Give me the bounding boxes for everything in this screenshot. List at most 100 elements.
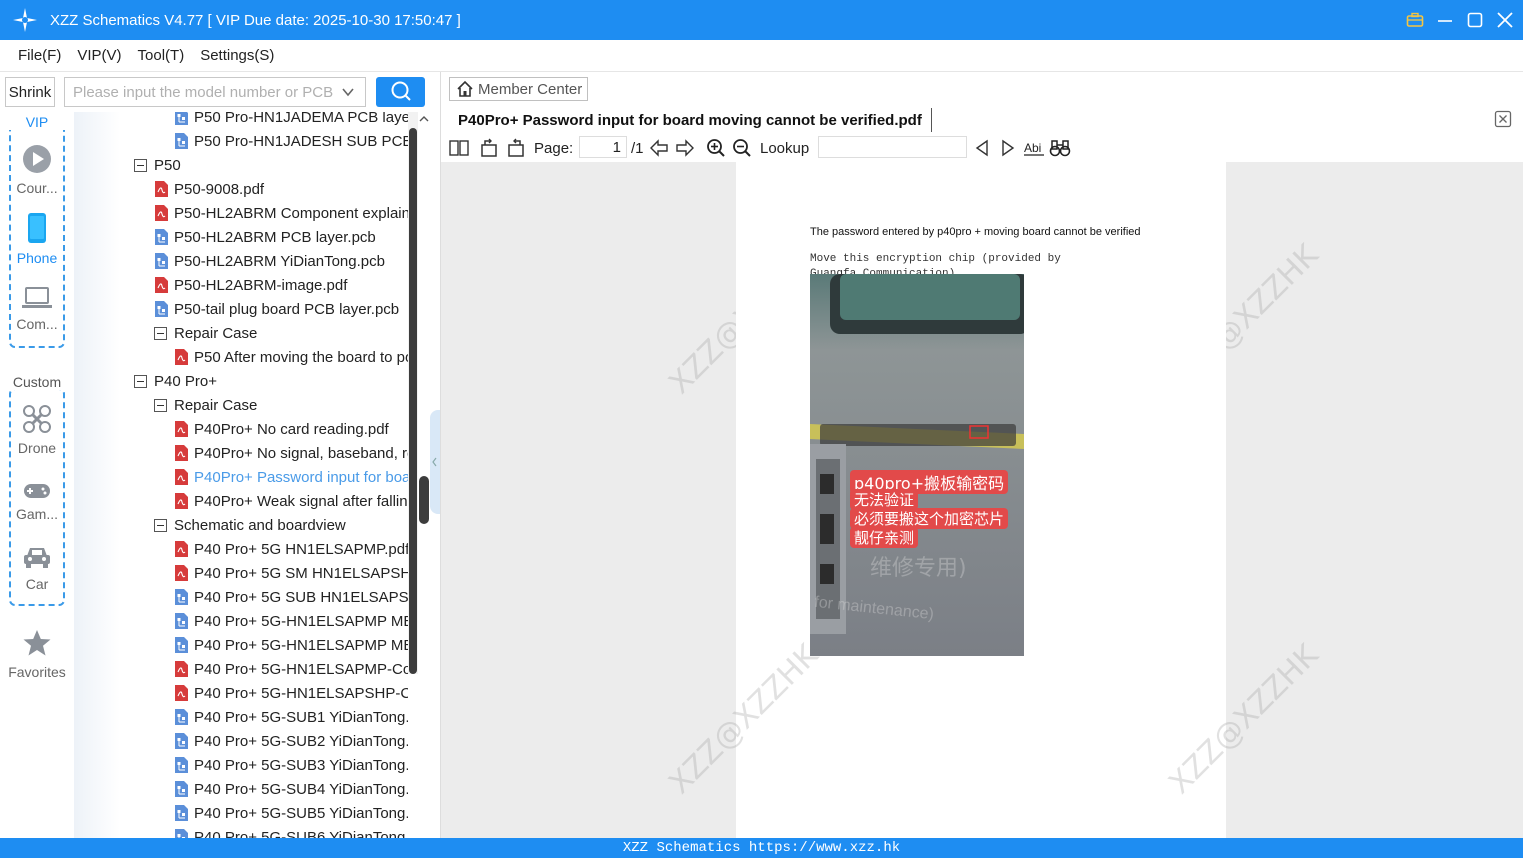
lookup-input[interactable] [818,136,967,158]
rotate-left-icon[interactable] [478,137,500,159]
tree-file[interactable]: P40 Pro+ 5G-SUB4 YiDianTong.pcb [174,777,408,801]
tree-file[interactable]: P40 Pro+ 5G SUB HN1ELSAPSHP.pcb [174,585,408,609]
member-center-button[interactable]: Member Center [449,77,588,101]
photo-watermark: 维修专用) [870,556,967,581]
tree-file[interactable]: P50 Pro-HN1JADEMA PCB layer.pcb [174,112,408,129]
tree-file[interactable]: P40Pro+ No card reading.pdf [174,417,389,441]
tree-file[interactable]: P40 Pro+ 5G-SUB2 YiDianTong.pcb [174,729,408,753]
two-page-icon[interactable] [448,137,470,159]
zoom-out-icon[interactable] [731,137,753,159]
maximize-icon[interactable] [1465,10,1485,30]
tree-scrollbar-thumb[interactable] [409,128,417,674]
tree-file[interactable]: P40 Pro+ 5G-SUB6 YiDianTong.pcb [174,825,408,838]
scroll-up-icon[interactable] [418,112,430,126]
pcb-file-icon [174,781,189,797]
tree-file[interactable]: P40 Pro+ 5G-HN1ELSAPMP MB YiDianTong.pcb [174,633,408,657]
tree-item-label: P40 Pro+ 5G-HN1ELSAPMP MB PCB layer.pcb [194,612,408,630]
pdf-file-icon [174,541,189,557]
find-binoculars-icon[interactable] [1049,137,1071,159]
shrink-button[interactable]: Shrink [5,77,55,107]
briefcase-icon[interactable] [1405,10,1425,30]
search-placeholder: Please input the model number or PCB [73,83,334,101]
tree-item-label: P40 Pro+ 5G-SUB4 YiDianTong.pcb [194,780,408,798]
minimize-icon[interactable] [1435,10,1455,30]
file-tree: P50 Pro-HN1JADEMA PCB layer.pcb P50 Pro-H… [74,112,408,838]
tree-item-label: P50 [154,156,181,174]
pdf-viewer[interactable]: XZZ@XZZHK XZZ@XZZHK The password entered… [441,162,1523,838]
search-input[interactable]: Please input the model number or PCB [64,77,366,107]
collapse-minus-icon[interactable] [134,374,147,388]
close-tab-icon[interactable] [1494,110,1512,128]
tree-file[interactable]: P40 Pro+ 5G-HN1ELSAPSHP-Component.pdf [174,681,408,705]
tree-file[interactable]: P50 After moving the board to power on.p… [174,345,408,369]
category-favorites[interactable]: Favorites [0,628,74,680]
tree-folder[interactable]: P50 [134,153,181,177]
tree-file[interactable]: P40 Pro+ 5G SM HN1ELSAPSHP.pdf [174,561,408,585]
menu-settings[interactable]: Settings(S) [200,47,274,64]
category-phone[interactable]: Phone [0,212,74,266]
zoom-in-icon[interactable] [705,137,727,159]
tree-file[interactable]: P40 Pro+ 5G HN1ELSAPMP.pdf [174,537,408,561]
tree-file[interactable]: P50-tail plug board PCB layer.pcb [154,297,399,321]
find-prev-icon[interactable] [971,137,993,159]
tree-folder[interactable]: Repair Case [154,321,257,345]
tree-item-label: P40 Pro+ 5G-SUB3 YiDianTong.pcb [194,756,408,774]
tree-file[interactable]: P40 Pro+ 5G-HN1ELSAPMP MB PCB layer.pcb [174,609,408,633]
menu-vip[interactable]: VIP(V) [77,47,121,64]
tree-file[interactable]: P40Pro+ Password input for board moving … [174,465,408,489]
collapse-minus-icon[interactable] [154,398,167,412]
tree-item-label: P50-HL2ABRM YiDianTong.pcb [174,252,385,270]
collapse-minus-icon[interactable] [154,326,167,340]
next-page-arrow-icon[interactable] [674,137,696,159]
pdf-file-icon [174,349,189,365]
close-icon[interactable] [1495,10,1515,30]
pcb-file-icon [174,133,189,149]
menu-file[interactable]: File(F) [18,47,61,64]
find-next-icon[interactable] [997,137,1019,159]
lookup-label: Lookup [760,139,810,157]
tree-folder[interactable]: Repair Case [154,393,257,417]
page-number-input[interactable]: 1 [579,136,627,158]
category-courses[interactable]: Cour... [0,144,74,196]
prev-page-arrow-icon[interactable] [648,137,670,159]
pcb-file-icon [174,829,189,838]
tree-file[interactable]: P50-HL2ABRM PCB layer.pcb [154,225,376,249]
tree-item-label: P50 After moving the board to power on.p… [194,348,408,366]
outer-scrollbar-thumb[interactable] [419,476,429,524]
play-circle-icon [0,144,74,177]
collapse-minus-icon[interactable] [154,518,167,532]
tree-file[interactable]: P50-HL2ABRM YiDianTong.pcb [154,249,385,273]
chevron-down-icon[interactable] [341,85,355,103]
tree-file[interactable]: P50-HL2ABRM Component explain.pdf [154,201,408,225]
tree-file[interactable]: P40 Pro+ 5G-SUB5 YiDianTong.pcb [174,801,408,825]
category-car[interactable]: Car [0,544,74,592]
category-drone[interactable]: Drone [0,404,74,456]
search-icon [390,80,412,105]
rotate-right-icon[interactable] [505,137,527,159]
collapse-panel-handle[interactable] [430,410,440,514]
tree-file[interactable]: P50-9008.pdf [154,177,264,201]
window-title: XZZ Schematics V4.77 [ VIP Due date: 202… [50,11,461,29]
app-logo-icon [12,7,38,33]
category-computer[interactable]: Com... [0,286,74,332]
tree-folder[interactable]: P40 Pro+ [134,369,217,393]
tree-file[interactable]: P40Pro+ No signal, baseband, repair.pdf [174,441,408,465]
menu-tool[interactable]: Tool(T) [138,47,185,64]
pdf-file-icon [154,181,169,197]
tree-file[interactable]: P40Pro+ Weak signal after falling.pdf [174,489,408,513]
tree-file[interactable]: P40 Pro+ 5G-HN1ELSAPMP-Component.pdf [174,657,408,681]
tree-item-label: P40Pro+ No card reading.pdf [194,420,389,438]
tree-file[interactable]: P40 Pro+ 5G-SUB1 YiDianTong.pcb [174,705,408,729]
tree-folder[interactable]: Schematic and boardview [154,513,346,537]
collapse-minus-icon[interactable] [134,158,147,172]
match-case-icon[interactable]: Abi [1023,137,1047,159]
category-game[interactable]: Gam... [0,482,74,522]
tree-file[interactable]: P50 Pro-HN1JADESH SUB PCB layer.pcb [174,129,408,153]
tab-document[interactable]: P40Pro+ Password input for board moving … [449,108,932,132]
tree-file[interactable]: P50-HL2ABRM-image.pdf [154,273,347,297]
tree-item-label: P50-HL2ABRM Component explain.pdf [174,204,408,222]
tree-file[interactable]: P40 Pro+ 5G-SUB3 YiDianTong.pcb [174,753,408,777]
tree-item-label: P50 Pro-HN1JADEMA PCB layer.pcb [194,112,408,126]
search-button[interactable] [376,77,425,107]
pdf-file-icon [174,469,189,485]
